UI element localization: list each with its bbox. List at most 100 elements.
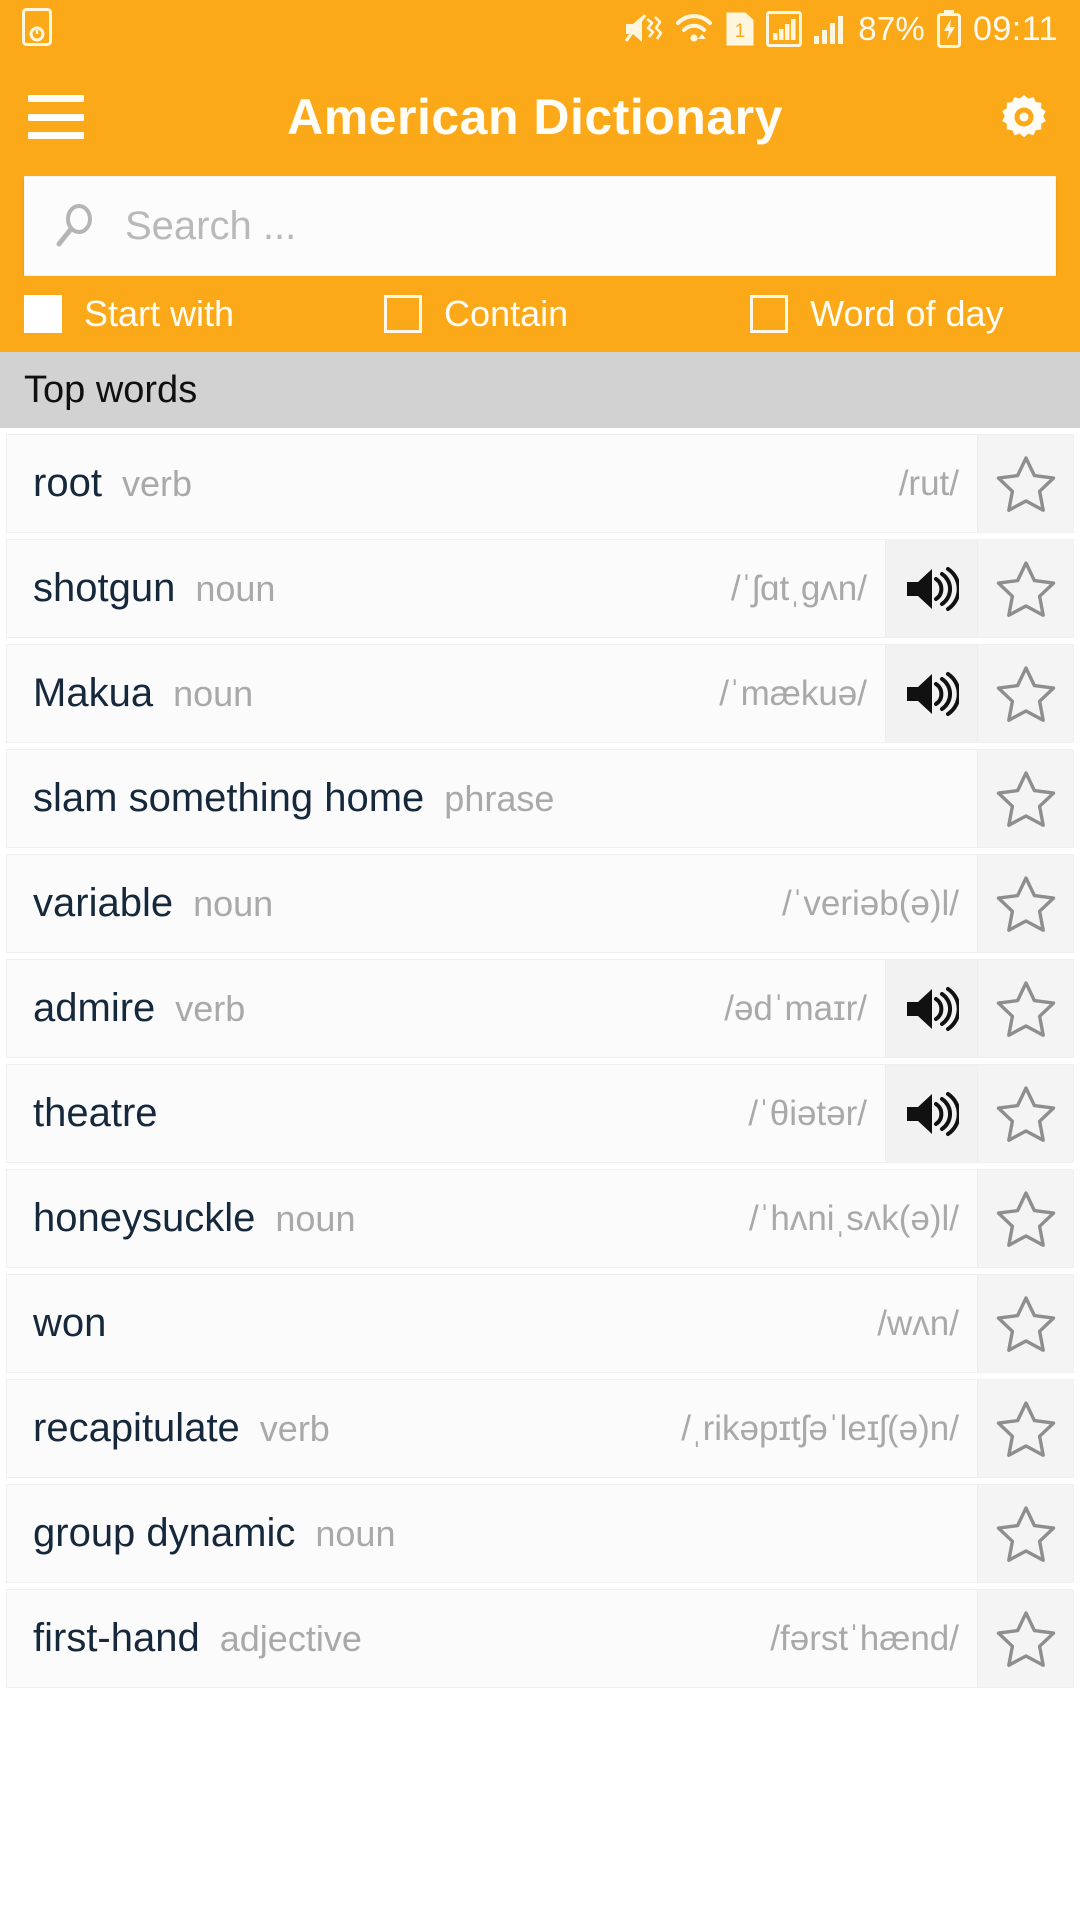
word-row-main[interactable]: root verb/rut/ xyxy=(7,435,977,532)
table-row[interactable]: variable noun/ˈveriəb(ə)l/ xyxy=(6,854,1074,953)
table-row[interactable]: shotgun noun/ˈʃɑtˌɡʌn/ xyxy=(6,539,1074,638)
word-row-main[interactable]: slam something home phrase xyxy=(7,750,977,847)
signal-boxed-icon xyxy=(766,11,803,47)
phonetic-label: /ˈθiətər/ xyxy=(748,1093,867,1133)
search-box[interactable] xyxy=(24,176,1056,276)
word-label: slam something home xyxy=(33,776,425,820)
checkbox-start-with[interactable] xyxy=(24,295,62,333)
part-of-speech-label: adjective xyxy=(219,1617,362,1659)
table-row[interactable]: admire verb/ədˈmaɪr/ xyxy=(6,959,1074,1058)
favorite-star-icon[interactable] xyxy=(977,1590,1073,1687)
word-row-main[interactable]: recapitulate verb/ˌrikəpɪtʃəˈleɪʃ(ə)n/ xyxy=(7,1380,977,1477)
part-of-speech-label: noun xyxy=(195,567,276,609)
word-row-main[interactable]: theatre/ˈθiətər/ xyxy=(7,1065,885,1162)
word-label: theatre xyxy=(33,1091,158,1135)
word-label: recapitulate xyxy=(33,1406,240,1450)
favorite-star-icon[interactable] xyxy=(977,855,1073,952)
checkbox-word-of-day[interactable] xyxy=(750,295,789,333)
favorite-star-icon[interactable] xyxy=(977,645,1073,742)
status-bar: 1 87% 09:11 xyxy=(0,0,1080,58)
word-row-main[interactable]: Makua noun/ˈmækuə/ xyxy=(7,645,885,742)
word-row-main[interactable]: honeysuckle noun/ˈhʌniˌsʌk(ə)l/ xyxy=(7,1170,977,1267)
top-words-list[interactable]: root verb/rut/shotgun noun/ˈʃɑtˌɡʌn/Makua n… xyxy=(0,428,1080,1920)
status-bar-right: 1 87% 09:11 xyxy=(623,10,1058,49)
table-row[interactable]: root verb/rut/ xyxy=(6,434,1074,533)
speaker-icon[interactable] xyxy=(885,960,977,1057)
signal-bars-icon xyxy=(813,12,847,46)
checkbox-contain[interactable] xyxy=(384,295,423,333)
favorite-star-icon[interactable] xyxy=(977,1065,1073,1162)
favorite-star-icon[interactable] xyxy=(977,1485,1073,1582)
word-row-main[interactable]: group dynamic noun xyxy=(7,1485,977,1582)
option-label-start-with: Start with xyxy=(84,293,235,334)
part-of-speech-label: verb xyxy=(121,462,192,504)
part-of-speech-label: verb xyxy=(259,1407,330,1449)
word-label: variable xyxy=(33,881,174,925)
favorite-star-icon[interactable] xyxy=(977,1275,1073,1372)
phonetic-label: /ədˈmaɪr/ xyxy=(724,988,867,1028)
phonetic-label: /wʌn/ xyxy=(877,1303,959,1343)
favorite-star-icon[interactable] xyxy=(977,750,1073,847)
word-label: Makua xyxy=(33,671,154,715)
favorite-star-icon[interactable] xyxy=(977,960,1073,1057)
option-label-contain: Contain xyxy=(444,293,569,334)
gear-icon[interactable] xyxy=(996,89,1052,145)
table-row[interactable]: theatre/ˈθiətər/ xyxy=(6,1064,1074,1163)
word-row-main[interactable]: admire verb/ədˈmaɪr/ xyxy=(7,960,885,1057)
search-icon xyxy=(51,200,103,252)
speaker-icon[interactable] xyxy=(885,645,977,742)
phonetic-label: /ˈʃɑtˌɡʌn/ xyxy=(730,568,867,608)
section-header-top-words: Top words xyxy=(0,352,1080,428)
favorite-star-icon[interactable] xyxy=(977,1380,1073,1477)
speaker-icon[interactable] xyxy=(885,1065,977,1162)
word-label: shotgun xyxy=(33,566,176,610)
app-bar: American Dictionary xyxy=(0,58,1080,176)
table-row[interactable]: group dynamic noun xyxy=(6,1484,1074,1583)
word-row-main[interactable]: won/wʌn/ xyxy=(7,1275,977,1372)
word-row-main[interactable]: shotgun noun/ˈʃɑtˌɡʌn/ xyxy=(7,540,885,637)
sim-1-icon: 1 xyxy=(725,11,755,47)
speaker-icon[interactable] xyxy=(885,540,977,637)
option-word-of-day[interactable]: Word of day xyxy=(750,293,1004,335)
status-bar-clock: 09:11 xyxy=(972,9,1058,48)
sound-off-vibrate-icon xyxy=(623,12,663,46)
option-contain[interactable]: Contain xyxy=(384,293,568,335)
status-bar-left xyxy=(22,7,52,51)
table-row[interactable]: first-hand adjective/fərstˈhænd/ xyxy=(6,1589,1074,1688)
word-row-main[interactable]: first-hand adjective/fərstˈhænd/ xyxy=(7,1590,977,1687)
sim-slot-number: 1 xyxy=(735,21,746,42)
table-row[interactable]: Makua noun/ˈmækuə/ xyxy=(6,644,1074,743)
phonetic-label: /ˌrikəpɪtʃəˈleɪʃ(ə)n/ xyxy=(681,1408,959,1448)
battery-percent-label: 87% xyxy=(858,10,925,47)
search-input[interactable] xyxy=(125,177,1029,275)
phonetic-label: /rut/ xyxy=(898,463,959,503)
table-row[interactable]: recapitulate verb/ˌrikəpɪtʃəˈleɪʃ(ə)n/ xyxy=(6,1379,1074,1478)
page-title: American Dictionary xyxy=(287,89,783,145)
part-of-speech-label: noun xyxy=(173,672,254,714)
favorite-star-icon[interactable] xyxy=(977,540,1073,637)
table-row[interactable]: slam something home phrase xyxy=(6,749,1074,848)
word-label: admire xyxy=(33,986,156,1030)
phonetic-label: /ˈveriəb(ə)l/ xyxy=(782,883,959,923)
part-of-speech-label: noun xyxy=(193,882,274,924)
word-row-main[interactable]: variable noun/ˈveriəb(ə)l/ xyxy=(7,855,977,952)
favorite-star-icon[interactable] xyxy=(977,435,1073,532)
section-title: Top words xyxy=(24,368,198,411)
option-label-word-of-day: Word of day xyxy=(810,293,1004,334)
word-label: root xyxy=(33,461,102,505)
word-label: honeysuckle xyxy=(33,1196,256,1240)
part-of-speech-label: phrase xyxy=(444,777,555,819)
wifi-icon xyxy=(674,12,714,46)
word-label: first-hand xyxy=(33,1616,200,1660)
phonetic-label: /fərstˈhænd/ xyxy=(770,1618,959,1658)
word-label: group dynamic xyxy=(33,1511,296,1555)
dictionary-app-screen: 1 87% 09:11 American Dictionary Search .… xyxy=(0,0,1080,1920)
phonetic-label: /ˈhʌniˌsʌk(ə)l/ xyxy=(748,1198,959,1238)
part-of-speech-label: noun xyxy=(315,1512,396,1554)
table-row[interactable]: won/wʌn/ xyxy=(6,1274,1074,1373)
table-row[interactable]: honeysuckle noun/ˈhʌniˌsʌk(ə)l/ xyxy=(6,1169,1074,1268)
option-start-with[interactable]: Start with xyxy=(24,293,234,335)
part-of-speech-label: noun xyxy=(275,1197,356,1239)
favorite-star-icon[interactable] xyxy=(977,1170,1073,1267)
search-area xyxy=(0,176,1080,276)
